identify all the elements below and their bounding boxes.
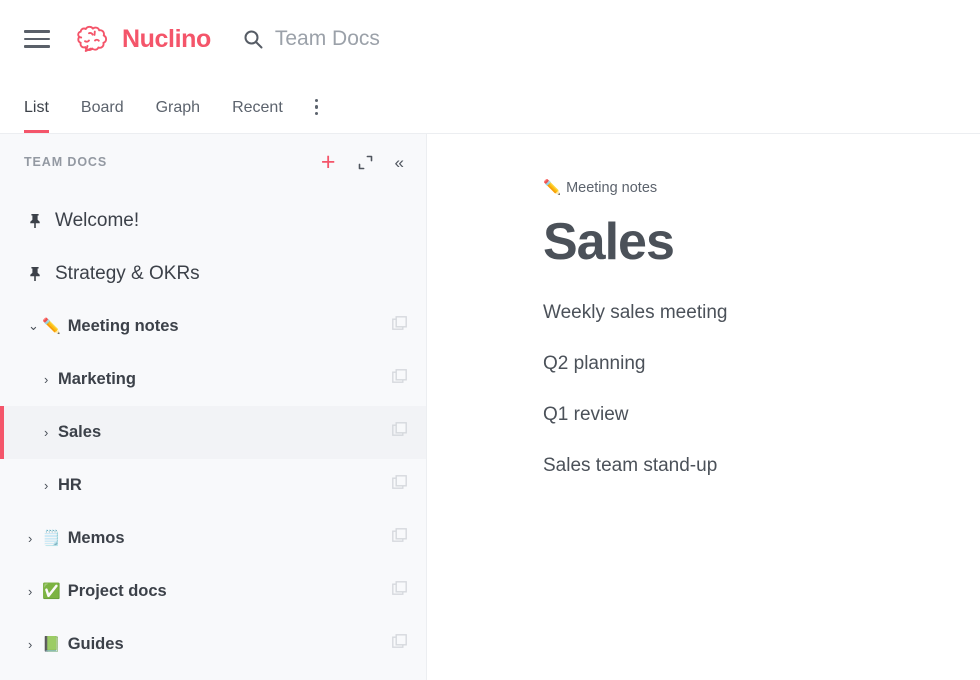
sidebar-header: TEAM DOCS + « [0, 134, 426, 190]
green-book-emoji: 📗 [42, 636, 61, 653]
brain-bubble-logo-icon [77, 25, 108, 52]
pencil-emoji: ✏️ [42, 318, 61, 335]
duplicate-icon [392, 528, 407, 542]
document-item[interactable]: Weekly sales meeting [543, 302, 980, 324]
pencil-emoji-icon: ✏️ [543, 180, 562, 196]
chevron-right-icon[interactable]: › [44, 373, 58, 386]
duplicate-icon [392, 316, 407, 330]
tab-list[interactable]: List [24, 99, 49, 133]
duplicate-button[interactable] [392, 634, 408, 655]
add-item-button[interactable]: + [320, 147, 336, 176]
hamburger-line [24, 37, 50, 41]
chevron-right-icon[interactable]: › [28, 532, 42, 545]
view-tabs: List Board Graph Recent [0, 78, 980, 134]
document-item[interactable]: Q2 planning [543, 353, 980, 375]
dot [314, 105, 319, 109]
duplicate-button[interactable] [392, 581, 408, 602]
duplicate-icon [392, 422, 407, 436]
duplicate-icon [392, 475, 407, 489]
plus-icon: + [320, 147, 336, 176]
sidebar-item-memos[interactable]: › 🗒️ Memos [0, 512, 426, 565]
tab-board[interactable]: Board [81, 99, 124, 133]
expand-icon [358, 155, 372, 169]
search-placeholder: Team Docs [274, 27, 380, 50]
sidebar-title: TEAM DOCS [24, 155, 108, 169]
brand-logo[interactable]: Nuclino [76, 24, 211, 54]
sidebar-item-label: Guides [67, 635, 124, 653]
sidebar-item-label: Project docs [67, 582, 167, 600]
main-content: ✏️ Meeting notes Sales Weekly sales meet… [427, 134, 980, 680]
dot [314, 98, 319, 103]
breadcrumb[interactable]: ✏️ Meeting notes [543, 179, 980, 197]
document-item[interactable]: Sales team stand-up [543, 455, 980, 477]
sidebar-item-sales[interactable]: › Sales [0, 406, 426, 459]
document-tree: Welcome! Strategy & OKRs ⌄ ✏️ Meeting notes ›… [0, 190, 426, 671]
chevron-right-icon[interactable]: › [44, 479, 58, 492]
chevron-right-icon[interactable]: › [28, 638, 42, 651]
sidebar-item-label: Welcome! [55, 209, 140, 231]
notepad-emoji: 🗒️ [42, 530, 61, 547]
sidebar-item-label: Memos [67, 529, 125, 547]
sidebar-item-marketing[interactable]: › Marketing [0, 353, 426, 406]
sidebar-item-label: Marketing [58, 370, 136, 388]
brand-name: Nuclino [122, 24, 211, 53]
sidebar-item-label: HR [58, 476, 82, 494]
checkmark-emoji: ✅ [42, 583, 61, 600]
duplicate-button[interactable] [392, 475, 408, 496]
breadcrumb-label: Meeting notes [566, 179, 658, 196]
chevron-right-icon[interactable]: › [44, 426, 58, 439]
chevrons-left-icon: « [394, 152, 404, 172]
sidebar-item-label: Sales [58, 423, 102, 441]
expand-sidebar-button[interactable] [358, 155, 373, 170]
duplicate-button[interactable] [392, 528, 408, 549]
page-title: Sales [543, 213, 675, 271]
sidebar-item-guides[interactable]: › 📗 Guides [0, 618, 426, 671]
app-body: TEAM DOCS + « Welcome! Strategy & OKRs ⌄ ✏️… [0, 134, 980, 680]
pin-icon [28, 213, 44, 229]
sidebar-item-label: Meeting notes [67, 317, 179, 335]
tab-graph[interactable]: Graph [156, 99, 200, 133]
duplicate-icon [392, 369, 407, 383]
chevron-down-icon[interactable]: ⌄ [28, 319, 42, 332]
dot [314, 111, 319, 115]
sidebar-item-welcome[interactable]: Welcome! [0, 194, 426, 247]
pin-icon [28, 266, 44, 282]
duplicate-icon [392, 581, 407, 595]
duplicate-button[interactable] [392, 422, 408, 443]
pin-icon [30, 266, 40, 281]
document-item-list: Weekly sales meeting Q2 planning Q1 review… [543, 302, 980, 477]
hamburger-line [24, 30, 50, 33]
document-item[interactable]: Q1 review [543, 404, 980, 426]
duplicate-icon [392, 634, 407, 648]
sidebar-item-hr[interactable]: › HR [0, 459, 426, 512]
pin-icon [30, 213, 40, 228]
tab-recent[interactable]: Recent [232, 99, 283, 133]
search-input[interactable]: Team Docs [243, 27, 380, 51]
sidebar-item-strategy-okrs[interactable]: Strategy & OKRs [0, 247, 426, 300]
sidebar-item-project-docs[interactable]: › ✅ Project docs [0, 565, 426, 618]
collapse-sidebar-button[interactable]: « [395, 154, 404, 171]
search-icon [244, 30, 263, 49]
more-vertical-icon[interactable] [314, 98, 319, 133]
sidebar: TEAM DOCS + « Welcome! Strategy & OKRs ⌄ ✏️… [0, 134, 427, 680]
app-header: Nuclino Team Docs [0, 0, 980, 78]
sidebar-item-label: Strategy & OKRs [55, 262, 200, 284]
hamburger-menu-icon[interactable] [24, 30, 50, 48]
hamburger-line [24, 45, 50, 48]
duplicate-button[interactable] [392, 369, 408, 390]
chevron-right-icon[interactable]: › [28, 585, 42, 598]
duplicate-button[interactable] [392, 316, 408, 337]
sidebar-item-meeting-notes[interactable]: ⌄ ✏️ Meeting notes [0, 300, 426, 353]
